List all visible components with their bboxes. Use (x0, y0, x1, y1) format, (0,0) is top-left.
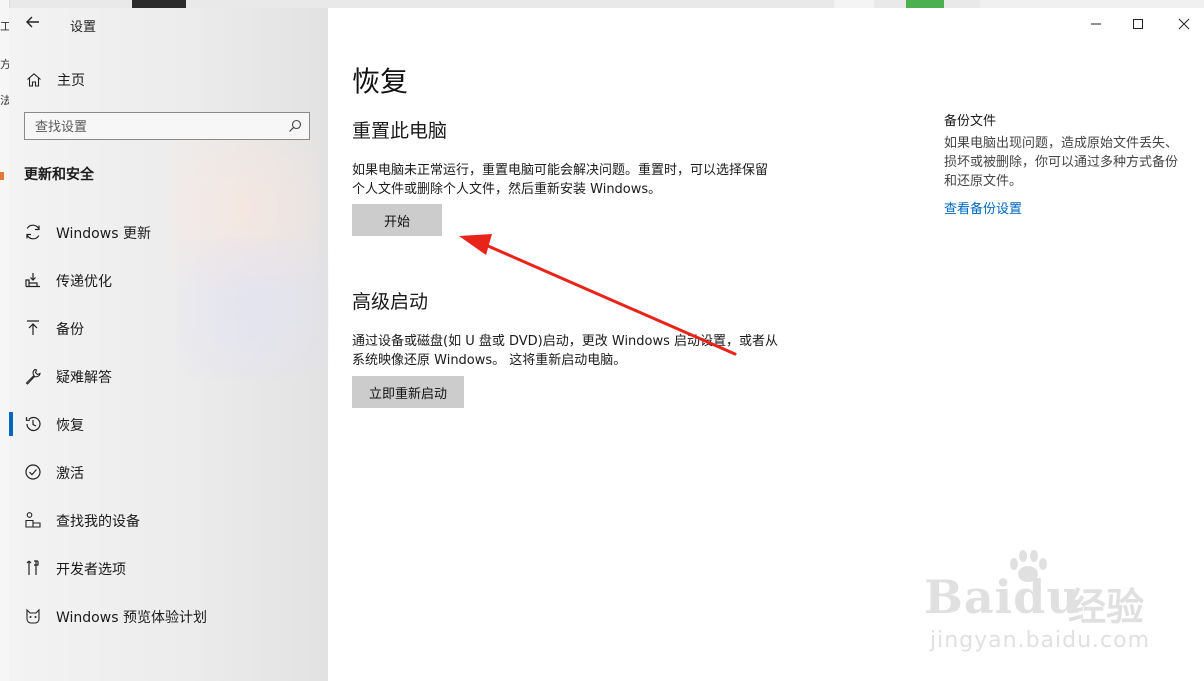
main-content: 恢复 重置此电脑 如果电脑未正常运行，重置电脑可能会解决问题。重置时，可以选择保… (328, 8, 1204, 681)
window-title: 设置 (70, 20, 97, 35)
background-app-strip (0, 0, 1204, 8)
sidebar-item-delivery-optimization[interactable]: 传递优化 (9, 256, 328, 304)
active-indicator (9, 412, 13, 436)
related-backup-title: 备份文件 (944, 114, 997, 129)
reset-description-line: 个人文件或删除个人文件，然后重新安装 Windows。 (352, 182, 662, 197)
person-device-icon (25, 512, 41, 528)
check-circle-icon (25, 464, 41, 480)
sidebar-item-label: 激活 (56, 466, 84, 482)
sidebar-nav: Windows 更新 传递优化 备份 疑难解答 恢复 激活 查找我的设备 开发者… (9, 208, 328, 640)
sidebar-item-label: Windows 预览体验计划 (56, 610, 207, 626)
close-button[interactable] (1170, 14, 1198, 34)
page-title: 恢复 (352, 65, 409, 98)
advanced-startup-description: 通过设备或磁盘(如 U 盘或 DVD)启动，更改 Windows 启动设置，或者… (352, 332, 812, 370)
sidebar-item-windows-update[interactable]: Windows 更新 (9, 208, 328, 256)
sidebar-item-label: 疑难解答 (56, 370, 112, 386)
related-backup-text: 如果电脑出现问题，造成原始文件丢失、损坏或被删除，你可以通过多种方式备份和还原文… (944, 136, 1179, 189)
refresh-icon (26, 224, 40, 240)
view-backup-settings-link[interactable]: 查看备份设置 (944, 198, 1022, 217)
search-icon[interactable] (288, 119, 302, 133)
reset-start-button[interactable]: 开始 (352, 204, 442, 236)
minimize-button[interactable] (1082, 14, 1110, 34)
sidebar-item-windows-insider[interactable]: Windows 预览体验计划 (9, 592, 328, 640)
advanced-description-line: 系统映像还原 Windows。 这将重新启动电脑。 (352, 353, 627, 368)
sidebar-item-label: Windows 更新 (56, 226, 151, 242)
wrench-icon (25, 368, 41, 385)
sidebar-section-title: 更新和安全 (24, 167, 94, 183)
advanced-startup-heading: 高级启动 (352, 291, 429, 313)
reset-description-line: 如果电脑未正常运行，重置电脑可能会解决问题。重置时，可以选择保留 (352, 163, 769, 178)
reset-pc-heading: 重置此电脑 (352, 120, 448, 142)
developer-tools-icon (26, 560, 39, 575)
reset-pc-description: 如果电脑未正常运行，重置电脑可能会解决问题。重置时，可以选择保留 个人文件或删除… (352, 161, 812, 199)
sidebar-item-developer-options[interactable]: 开发者选项 (9, 544, 328, 592)
sidebar-item-label: 开发者选项 (56, 562, 126, 578)
search-input[interactable] (25, 113, 287, 141)
home-icon (27, 73, 41, 87)
sidebar: 设置 主页 更新和安全 Windows 更新 (9, 8, 329, 681)
close-icon (1178, 18, 1190, 30)
sidebar-item-label: 查找我的设备 (56, 514, 140, 530)
backup-arrow-icon (27, 320, 39, 335)
maximize-icon (1133, 19, 1143, 29)
sidebar-item-label: 传递优化 (56, 274, 112, 290)
sidebar-item-label: 备份 (56, 322, 84, 338)
sidebar-item-label: 主页 (57, 73, 85, 89)
recovery-history-icon (25, 416, 41, 432)
minimize-icon (1091, 23, 1101, 25)
background-marker (0, 172, 4, 180)
maximize-button[interactable] (1124, 14, 1152, 34)
advanced-description-line: 通过设备或磁盘(如 U 盘或 DVD)启动，更改 Windows 启动设置，或者… (352, 334, 779, 349)
search-box (24, 112, 310, 141)
delivery-optimization-icon (25, 273, 40, 288)
sidebar-item-troubleshoot[interactable]: 疑难解答 (9, 352, 328, 400)
sidebar-item-label: 恢复 (56, 418, 84, 434)
settings-window: 设置 主页 更新和安全 Windows 更新 (9, 8, 1204, 681)
restart-now-button[interactable]: 立即重新启动 (352, 376, 464, 408)
sidebar-item-activation[interactable]: 激活 (9, 448, 328, 496)
sidebar-item-recovery[interactable]: 恢复 (9, 400, 328, 448)
back-arrow-icon (26, 16, 39, 28)
sidebar-item-home[interactable]: 主页 (26, 70, 85, 90)
back-button[interactable] (23, 14, 43, 34)
sidebar-item-find-my-device[interactable]: 查找我的设备 (9, 496, 328, 544)
sidebar-item-backup[interactable]: 备份 (9, 304, 328, 352)
insider-cat-icon (26, 608, 40, 624)
